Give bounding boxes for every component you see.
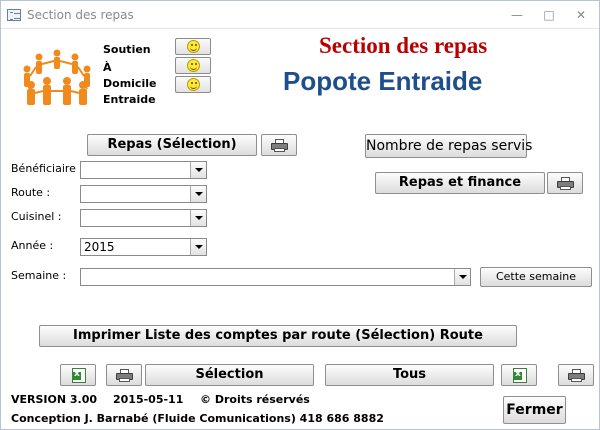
cette-semaine-button[interactable]: Cette semaine [480,267,592,287]
org-line-entraide: Entraide [103,93,156,106]
annee-label: Année : [11,239,54,252]
excel-icon [513,368,527,383]
version-date: 2015-05-11 [113,393,184,406]
window-title: Section des repas [27,8,134,22]
nombre-repas-servis-button[interactable]: Nombre de repas servis [365,134,532,158]
cuisinel-combo[interactable] [80,209,207,227]
minimize-button[interactable]: — [507,6,527,24]
smiley-icon [187,59,200,72]
title-bar: Section des repas — □ ✕ [1,1,599,29]
beneficiaire-combo[interactable] [80,161,207,179]
selection-button[interactable]: Sélection [145,364,314,386]
maximize-button[interactable]: □ [539,6,559,24]
page-subtitle: Popote Entraide [283,66,483,96]
credit-text: Conception J. Barnabé (Fluide Comunicati… [11,412,384,425]
cuisinel-label: Cuisinel : [11,210,62,223]
repas-selection-button[interactable]: Repas (Sélection) [87,134,257,156]
imprimer-liste-button[interactable]: Imprimer Liste des comptes par route (Sé… [39,325,517,347]
tous-excel-button[interactable] [501,364,537,386]
route-label: Route : [11,186,51,199]
smiley-button-1[interactable] [175,38,211,55]
close-button[interactable]: ✕ [571,6,591,24]
smiley-button-2[interactable] [175,57,211,74]
dropdown-arrow-icon[interactable] [190,210,206,226]
printer-icon [271,139,288,152]
route-combo[interactable] [80,185,207,203]
smiley-icon [187,40,200,53]
selection-excel-button[interactable] [60,364,96,386]
selection-print-button[interactable] [106,364,142,386]
dropdown-arrow-icon[interactable] [190,239,206,255]
semaine-label: Semaine : [11,269,67,282]
rights-text: © Droits réservés [200,393,310,406]
dropdown-arrow-icon[interactable] [190,162,206,178]
version-text: VERSION 3.00 [11,393,98,406]
fermer-button[interactable]: Fermer [503,396,566,424]
org-line-domicile: Domicile [103,77,157,90]
app-form-icon [7,9,21,21]
dropdown-arrow-icon[interactable] [190,186,206,202]
beneficiaire-label: Bénéficiaire : [11,162,84,175]
org-line-a: À [103,61,112,74]
excel-icon [72,368,86,383]
printer-icon [568,369,585,382]
form-window: Section des repas — □ ✕ Soutien À Domici… [0,0,600,430]
people-circle-logo [23,49,91,105]
org-line-soutien: Soutien [103,43,151,56]
smiley-icon [187,78,200,91]
repas-finance-button[interactable]: Repas et finance [375,172,545,194]
printer-icon [557,177,574,190]
dropdown-arrow-icon[interactable] [454,269,470,285]
tous-print-button[interactable] [558,364,594,386]
page-title: Section des repas [319,33,488,58]
annee-combo[interactable]: 2015 [80,238,207,256]
repas-print-button[interactable] [261,134,297,156]
finance-print-button[interactable] [547,172,583,194]
smiley-button-3[interactable] [175,76,211,93]
printer-icon [116,369,133,382]
tous-button[interactable]: Tous [325,364,494,386]
semaine-combo[interactable] [80,268,471,286]
